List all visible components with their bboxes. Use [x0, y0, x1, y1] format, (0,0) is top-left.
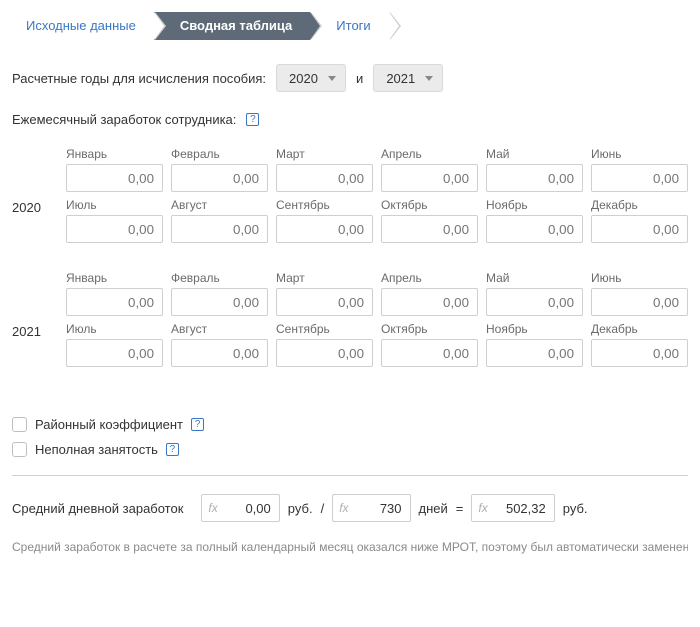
earnings-2020-oct[interactable] [381, 215, 478, 243]
chevron-down-icon [328, 76, 336, 81]
month-label: Март [276, 147, 373, 161]
month-label: Февраль [171, 271, 268, 285]
unit-rub-result: руб. [563, 501, 588, 516]
earnings-2021-jun[interactable] [591, 288, 688, 316]
footnote-text: Средний заработок в расчете за полный ка… [12, 540, 688, 554]
help-icon[interactable]: ? [166, 443, 179, 456]
fx-icon: fx [472, 501, 493, 515]
month-label: Июнь [591, 147, 688, 161]
avg-daily-row: Средний дневной заработок fx руб. / fx д… [12, 494, 688, 522]
result-value[interactable] [494, 495, 554, 521]
earnings-2020-may[interactable] [486, 164, 583, 192]
monthly-earnings-header: Ежемесячный заработок сотрудника: ? [12, 112, 688, 127]
earnings-2021-nov[interactable] [486, 339, 583, 367]
month-label: Август [171, 322, 268, 336]
earnings-2021-aug[interactable] [171, 339, 268, 367]
month-label: Декабрь [591, 322, 688, 336]
years-and: и [356, 71, 363, 86]
earnings-2020-aug[interactable] [171, 215, 268, 243]
fx-icon: fx [202, 501, 223, 515]
month-label: Ноябрь [486, 198, 583, 212]
earnings-2020-apr[interactable] [381, 164, 478, 192]
earnings-2021-may[interactable] [486, 288, 583, 316]
earnings-2021-feb[interactable] [171, 288, 268, 316]
year1-select[interactable]: 2020 [276, 64, 346, 92]
month-label: Январь [66, 271, 163, 285]
month-label: Сентябрь [276, 322, 373, 336]
earnings-2020-jun[interactable] [591, 164, 688, 192]
earnings-2021-oct[interactable] [381, 339, 478, 367]
month-label: Октябрь [381, 322, 478, 336]
month-label: Март [276, 271, 373, 285]
regional-coef-checkbox[interactable] [12, 417, 27, 432]
help-icon[interactable]: ? [246, 113, 259, 126]
tabs: Исходные данные Сводная таблица Итоги [12, 12, 688, 40]
tab-source[interactable]: Исходные данные [12, 12, 154, 40]
footnote: Средний заработок в расчете за полный ка… [12, 540, 688, 554]
monthly-earnings-label: Ежемесячный заработок сотрудника: [12, 112, 236, 127]
month-label: Январь [66, 147, 163, 161]
month-label: Август [171, 198, 268, 212]
month-label: Май [486, 271, 583, 285]
month-label: Июнь [591, 271, 688, 285]
regional-coef-row: Районный коэффициент ? [12, 417, 688, 432]
earnings-2020-jan[interactable] [66, 164, 163, 192]
month-label: Апрель [381, 271, 478, 285]
earnings-2020-feb[interactable] [171, 164, 268, 192]
avg-daily-label: Средний дневной заработок [12, 501, 183, 516]
earnings-2021-jul[interactable] [66, 339, 163, 367]
days-value[interactable] [355, 495, 410, 521]
regional-coef-label: Районный коэффициент [35, 417, 183, 432]
month-label: Октябрь [381, 198, 478, 212]
earnings-2021-mar[interactable] [276, 288, 373, 316]
earnings-2020: 2020 Январь Февраль Март Апрель Май Июнь… [12, 147, 688, 249]
month-label: Май [486, 147, 583, 161]
unit-rub: руб. [288, 501, 313, 516]
year-label-2021: 2021 [12, 306, 52, 339]
month-label: Июль [66, 322, 163, 336]
year2-value: 2021 [386, 71, 415, 86]
slash: / [321, 501, 325, 516]
unit-days: дней [419, 501, 448, 516]
earnings-2021-sep[interactable] [276, 339, 373, 367]
part-time-label: Неполная занятость [35, 442, 158, 457]
earnings-2021-jan[interactable] [66, 288, 163, 316]
calc-years-row: Расчетные годы для исчисления пособия: 2… [12, 64, 688, 92]
earnings-2020-nov[interactable] [486, 215, 583, 243]
earnings-2020-dec[interactable] [591, 215, 688, 243]
part-time-row: Неполная занятость ? [12, 442, 688, 457]
part-time-checkbox[interactable] [12, 442, 27, 457]
equals: = [456, 501, 464, 516]
month-label: Июль [66, 198, 163, 212]
earnings-2020-mar[interactable] [276, 164, 373, 192]
earnings-2021-dec[interactable] [591, 339, 688, 367]
tab-summary[interactable]: Сводная таблица [154, 12, 310, 40]
month-label: Декабрь [591, 198, 688, 212]
month-label: Сентябрь [276, 198, 373, 212]
earnings-2021: 2021 Январь Февраль Март Апрель Май Июнь… [12, 271, 688, 373]
year1-value: 2020 [289, 71, 318, 86]
earnings-2021-apr[interactable] [381, 288, 478, 316]
month-label: Ноябрь [486, 322, 583, 336]
days-input[interactable]: fx [332, 494, 410, 522]
divider [12, 475, 688, 476]
help-icon[interactable]: ? [191, 418, 204, 431]
month-label: Февраль [171, 147, 268, 161]
result-input[interactable]: fx [471, 494, 554, 522]
year2-select[interactable]: 2021 [373, 64, 443, 92]
earnings-2020-sep[interactable] [276, 215, 373, 243]
calc-years-label: Расчетные годы для исчисления пособия: [12, 71, 266, 86]
earnings-2020-jul[interactable] [66, 215, 163, 243]
fx-icon: fx [333, 501, 354, 515]
total-earn-value[interactable] [224, 495, 279, 521]
total-earn-input[interactable]: fx [201, 494, 279, 522]
month-label: Апрель [381, 147, 478, 161]
year-label-2020: 2020 [12, 182, 52, 215]
chevron-down-icon [425, 76, 433, 81]
